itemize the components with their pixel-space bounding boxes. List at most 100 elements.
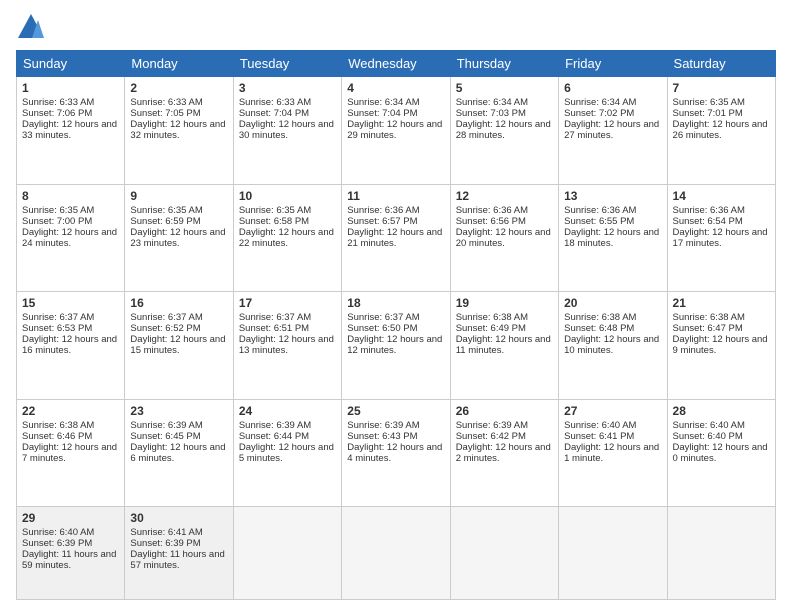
day-info: Sunrise: 6:34 AMSunset: 7:03 PMDaylight:… (456, 97, 551, 141)
logo-icon (16, 12, 46, 42)
day-info: Sunrise: 6:34 AMSunset: 7:04 PMDaylight:… (347, 97, 442, 141)
day-number: 15 (22, 296, 119, 310)
day-number: 9 (130, 189, 227, 203)
calendar-cell: 22 Sunrise: 6:38 AMSunset: 6:46 PMDayligh… (17, 399, 125, 507)
day-info: Sunrise: 6:39 AMSunset: 6:45 PMDaylight:… (130, 420, 225, 464)
day-number: 10 (239, 189, 336, 203)
calendar-cell: 2 Sunrise: 6:33 AMSunset: 7:05 PMDaylight… (125, 77, 233, 185)
day-number: 8 (22, 189, 119, 203)
column-header-monday: Monday (125, 51, 233, 77)
day-info: Sunrise: 6:39 AMSunset: 6:42 PMDaylight:… (456, 420, 551, 464)
day-info: Sunrise: 6:35 AMSunset: 6:58 PMDaylight:… (239, 205, 334, 249)
day-number: 30 (130, 511, 227, 525)
day-number: 27 (564, 404, 661, 418)
calendar-cell: 11 Sunrise: 6:36 AMSunset: 6:57 PMDayligh… (342, 184, 450, 292)
day-number: 14 (673, 189, 770, 203)
day-number: 21 (673, 296, 770, 310)
calendar-cell (233, 507, 341, 600)
calendar-cell (559, 507, 667, 600)
day-info: Sunrise: 6:33 AMSunset: 7:05 PMDaylight:… (130, 97, 225, 141)
column-header-tuesday: Tuesday (233, 51, 341, 77)
day-info: Sunrise: 6:39 AMSunset: 6:43 PMDaylight:… (347, 420, 442, 464)
day-info: Sunrise: 6:38 AMSunset: 6:46 PMDaylight:… (22, 420, 117, 464)
day-number: 2 (130, 81, 227, 95)
day-number: 3 (239, 81, 336, 95)
day-info: Sunrise: 6:41 AMSunset: 6:39 PMDaylight:… (130, 527, 224, 571)
calendar-cell: 16 Sunrise: 6:37 AMSunset: 6:52 PMDayligh… (125, 292, 233, 400)
day-info: Sunrise: 6:38 AMSunset: 6:48 PMDaylight:… (564, 312, 659, 356)
day-number: 11 (347, 189, 444, 203)
day-info: Sunrise: 6:37 AMSunset: 6:52 PMDaylight:… (130, 312, 225, 356)
column-header-thursday: Thursday (450, 51, 558, 77)
calendar-cell: 20 Sunrise: 6:38 AMSunset: 6:48 PMDayligh… (559, 292, 667, 400)
day-number: 5 (456, 81, 553, 95)
day-info: Sunrise: 6:37 AMSunset: 6:53 PMDaylight:… (22, 312, 117, 356)
calendar-cell (667, 507, 775, 600)
column-header-saturday: Saturday (667, 51, 775, 77)
day-info: Sunrise: 6:35 AMSunset: 7:01 PMDaylight:… (673, 97, 768, 141)
day-info: Sunrise: 6:38 AMSunset: 6:47 PMDaylight:… (673, 312, 768, 356)
day-info: Sunrise: 6:38 AMSunset: 6:49 PMDaylight:… (456, 312, 551, 356)
column-header-friday: Friday (559, 51, 667, 77)
day-info: Sunrise: 6:33 AMSunset: 7:06 PMDaylight:… (22, 97, 117, 141)
day-info: Sunrise: 6:37 AMSunset: 6:50 PMDaylight:… (347, 312, 442, 356)
calendar-cell: 14 Sunrise: 6:36 AMSunset: 6:54 PMDayligh… (667, 184, 775, 292)
calendar-cell: 15 Sunrise: 6:37 AMSunset: 6:53 PMDayligh… (17, 292, 125, 400)
calendar-cell: 4 Sunrise: 6:34 AMSunset: 7:04 PMDaylight… (342, 77, 450, 185)
calendar-cell: 30 Sunrise: 6:41 AMSunset: 6:39 PMDayligh… (125, 507, 233, 600)
column-header-sunday: Sunday (17, 51, 125, 77)
day-info: Sunrise: 6:35 AMSunset: 6:59 PMDaylight:… (130, 205, 225, 249)
calendar-cell: 3 Sunrise: 6:33 AMSunset: 7:04 PMDaylight… (233, 77, 341, 185)
calendar-cell: 18 Sunrise: 6:37 AMSunset: 6:50 PMDayligh… (342, 292, 450, 400)
calendar-cell: 29Sunrise: 6:40 AMSunset: 6:39 PMDayligh… (17, 507, 125, 600)
week-row-1: 1 Sunrise: 6:33 AMSunset: 7:06 PMDaylight… (17, 77, 776, 185)
week-row-5: 29Sunrise: 6:40 AMSunset: 6:39 PMDayligh… (17, 507, 776, 600)
day-number: 7 (673, 81, 770, 95)
calendar-cell: 12 Sunrise: 6:36 AMSunset: 6:56 PMDayligh… (450, 184, 558, 292)
day-info: Sunrise: 6:36 AMSunset: 6:56 PMDaylight:… (456, 205, 551, 249)
calendar-cell: 10 Sunrise: 6:35 AMSunset: 6:58 PMDayligh… (233, 184, 341, 292)
calendar-cell: 8 Sunrise: 6:35 AMSunset: 7:00 PMDaylight… (17, 184, 125, 292)
calendar-cell: 19 Sunrise: 6:38 AMSunset: 6:49 PMDayligh… (450, 292, 558, 400)
week-row-4: 22 Sunrise: 6:38 AMSunset: 6:46 PMDayligh… (17, 399, 776, 507)
day-number: 1 (22, 81, 119, 95)
calendar-cell: 6Sunrise: 6:34 AMSunset: 7:02 PMDaylight… (559, 77, 667, 185)
day-number: 19 (456, 296, 553, 310)
day-info: Sunrise: 6:33 AMSunset: 7:04 PMDaylight:… (239, 97, 334, 141)
day-info: Sunrise: 6:37 AMSunset: 6:51 PMDaylight:… (239, 312, 334, 356)
calendar-cell: 7 Sunrise: 6:35 AMSunset: 7:01 PMDaylight… (667, 77, 775, 185)
day-number: 16 (130, 296, 227, 310)
calendar-cell: 21 Sunrise: 6:38 AMSunset: 6:47 PMDayligh… (667, 292, 775, 400)
calendar-cell: 9 Sunrise: 6:35 AMSunset: 6:59 PMDaylight… (125, 184, 233, 292)
calendar-cell: 27Sunrise: 6:40 AMSunset: 6:41 PMDayligh… (559, 399, 667, 507)
day-number: 18 (347, 296, 444, 310)
day-number: 28 (673, 404, 770, 418)
day-number: 20 (564, 296, 661, 310)
day-number: 26 (456, 404, 553, 418)
calendar-cell (450, 507, 558, 600)
calendar-header-row: SundayMondayTuesdayWednesdayThursdayFrid… (17, 51, 776, 77)
calendar-cell: 5 Sunrise: 6:34 AMSunset: 7:03 PMDaylight… (450, 77, 558, 185)
calendar-cell: 26 Sunrise: 6:39 AMSunset: 6:42 PMDayligh… (450, 399, 558, 507)
day-number: 17 (239, 296, 336, 310)
calendar-table: SundayMondayTuesdayWednesdayThursdayFrid… (16, 50, 776, 600)
calendar-cell: 1 Sunrise: 6:33 AMSunset: 7:06 PMDaylight… (17, 77, 125, 185)
day-number: 22 (22, 404, 119, 418)
day-info: Sunrise: 6:36 AMSunset: 6:55 PMDaylight:… (564, 205, 659, 249)
header (16, 12, 776, 42)
day-number: 23 (130, 404, 227, 418)
day-number: 12 (456, 189, 553, 203)
week-row-2: 8 Sunrise: 6:35 AMSunset: 7:00 PMDaylight… (17, 184, 776, 292)
day-info: Sunrise: 6:39 AMSunset: 6:44 PMDaylight:… (239, 420, 334, 464)
day-number: 29 (22, 511, 119, 525)
day-info: Sunrise: 6:36 AMSunset: 6:57 PMDaylight:… (347, 205, 442, 249)
logo (16, 12, 50, 42)
calendar-cell: 25Sunrise: 6:39 AMSunset: 6:43 PMDayligh… (342, 399, 450, 507)
day-number: 13 (564, 189, 661, 203)
day-info: Sunrise: 6:36 AMSunset: 6:54 PMDaylight:… (673, 205, 768, 249)
day-info: Sunrise: 6:35 AMSunset: 7:00 PMDaylight:… (22, 205, 117, 249)
week-row-3: 15 Sunrise: 6:37 AMSunset: 6:53 PMDayligh… (17, 292, 776, 400)
calendar-cell: 23 Sunrise: 6:39 AMSunset: 6:45 PMDayligh… (125, 399, 233, 507)
column-header-wednesday: Wednesday (342, 51, 450, 77)
day-number: 4 (347, 81, 444, 95)
